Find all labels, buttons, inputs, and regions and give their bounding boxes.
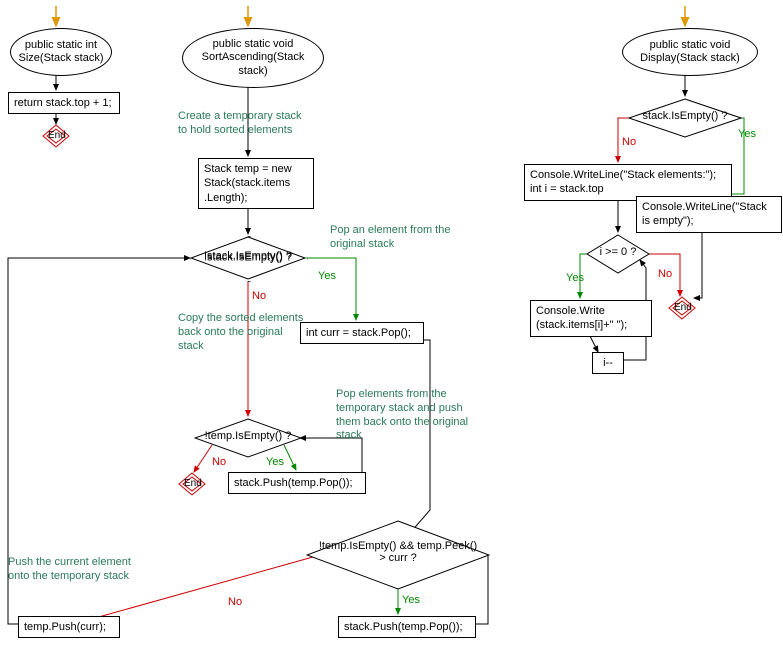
disp-p1-text: Console.WriteLine("Stack elements:");int…: [530, 169, 716, 195]
sort-d1-label: !stack.IsEmpty() ?: [200, 250, 296, 262]
sort-sig-text: public static voidSortAscending(Stacksta…: [202, 38, 305, 78]
sort-note-pop: Pop an element from theoriginal stack: [330, 224, 480, 252]
end-label: End: [48, 130, 66, 141]
disp-p3-text: Console.Write(stack.items[i]+" ");: [536, 305, 627, 331]
sort-push3: stack.Push(temp.Pop());: [228, 472, 366, 494]
lbl-no: No: [622, 136, 636, 148]
sort-end: End: [178, 472, 206, 496]
lbl-yes: Yes: [318, 270, 336, 282]
disp-p2-text: Console.WriteLine("Stackis empty");: [642, 201, 767, 227]
lbl-no: No: [658, 268, 672, 280]
size-end: End: [42, 124, 70, 148]
disp-end: End: [668, 296, 696, 320]
disp-p4: i--: [592, 352, 624, 374]
disp-d1-label: stack.IsEmpty() ?: [636, 110, 734, 122]
sort-note-popback: Pop elements from thetemporary stack and…: [336, 388, 506, 443]
end-label: End: [674, 302, 692, 313]
lbl-yes: Yes: [266, 456, 284, 468]
sort-terminator: public static voidSortAscending(Stacksta…: [182, 28, 324, 88]
sort-push2-text: temp.Push(curr);: [24, 621, 106, 633]
sort-push-curr: temp.Push(curr);: [18, 616, 120, 638]
size-return: return stack.top + 1;: [8, 92, 120, 114]
sort-d2-label: !temp.IsEmpty() && temp.Peek()> curr ?: [316, 540, 480, 564]
disp-sig-text: public static voidDisplay(Stack stack): [640, 39, 740, 65]
sort-push-temppop: stack.Push(temp.Pop());: [338, 616, 476, 638]
disp-p4-text: i--: [603, 357, 613, 369]
sort-temp-box: Stack temp = newStack(stack.items.Length…: [198, 158, 314, 209]
sort-note-copyback: Copy the sorted elementsback onto the or…: [178, 312, 338, 353]
size-terminator: public static intSize(Stack stack): [10, 28, 112, 76]
sort-push1-text: stack.Push(temp.Pop());: [344, 621, 463, 633]
size-sig-text: public static intSize(Stack stack): [19, 39, 104, 65]
lbl-no: No: [252, 290, 266, 302]
sort-push3-text: stack.Push(temp.Pop());: [234, 477, 353, 489]
lbl-no: No: [228, 596, 242, 608]
size-return-text: return stack.top + 1;: [14, 97, 112, 109]
disp-p3: Console.Write(stack.items[i]+" ");: [530, 300, 652, 337]
lbl-yes: Yes: [402, 594, 420, 606]
sort-note-create-temp: Create a temporary stackto hold sorted e…: [178, 110, 338, 138]
sort-note-push-curr: Push the current elementonto the tempora…: [8, 556, 158, 584]
sort-temp-text: Stack temp = newStack(stack.items.Length…: [204, 163, 292, 204]
disp-p2: Console.WriteLine("Stackis empty");: [636, 196, 782, 233]
end-label: End: [184, 478, 202, 489]
lbl-yes: Yes: [566, 272, 584, 284]
lbl-no: No: [212, 456, 226, 468]
disp-d2-label: i >= 0 ?: [592, 246, 644, 258]
sort-d3-label: !temp.IsEmpty() ?: [200, 430, 296, 442]
lbl-yes: Yes: [738, 128, 756, 140]
disp-terminator: public static voidDisplay(Stack stack): [622, 28, 758, 76]
